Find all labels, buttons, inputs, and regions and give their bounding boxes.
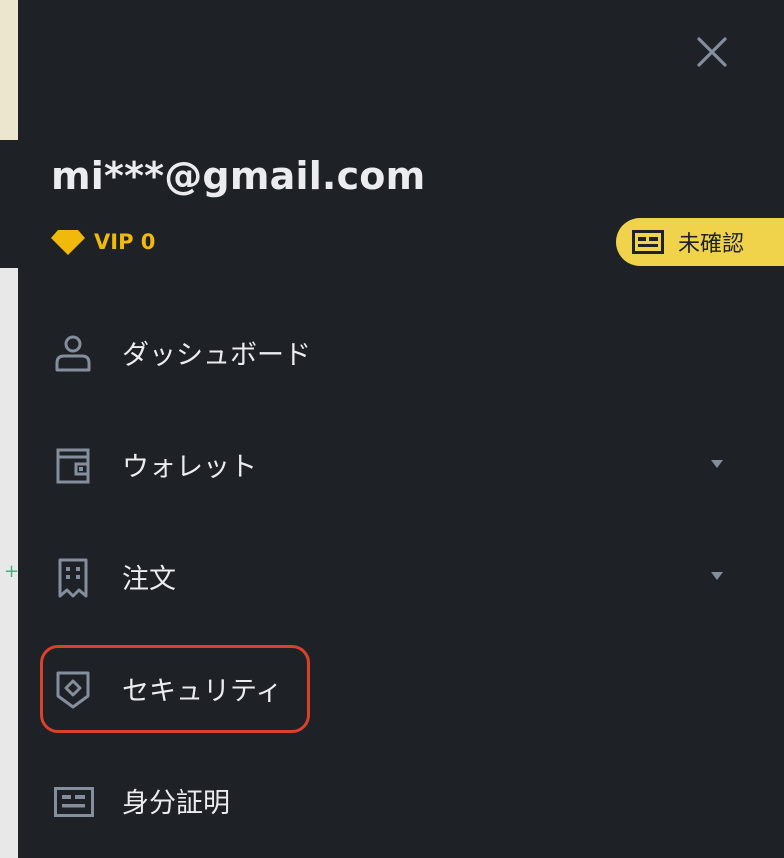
account-email: mi***@gmail.com (51, 154, 426, 198)
verification-status-badge[interactable]: 未確認 (616, 218, 784, 266)
diamond-icon (51, 230, 85, 255)
menu-item-label: 注文 (122, 563, 176, 595)
close-button[interactable] (694, 34, 730, 70)
menu-item-label: 身分証明 (122, 787, 230, 819)
menu-item-dashboard[interactable]: ダッシュボード (18, 322, 784, 382)
user-icon (55, 335, 91, 372)
id-card-icon (632, 230, 664, 254)
menu-item-label: ダッシュボード (122, 339, 311, 371)
background-page-header (0, 140, 18, 268)
menu-item-identification[interactable]: 身分証明 (18, 770, 784, 830)
menu-item-wallet[interactable]: ウォレット (18, 434, 784, 494)
background-plus-icon: + (4, 561, 20, 582)
chevron-down-icon (711, 460, 723, 468)
menu-item-orders[interactable]: 注文 (18, 546, 784, 606)
wallet-icon (56, 448, 90, 484)
chevron-down-icon (711, 572, 723, 580)
vip-level-label: VIP 0 (94, 230, 156, 254)
verification-status-label: 未確認 (678, 232, 745, 257)
receipt-icon (58, 558, 88, 598)
background-page-top (0, 0, 18, 140)
close-icon (697, 37, 727, 67)
id-card-icon (54, 787, 94, 817)
security-highlight-outline (40, 645, 310, 733)
vip-level[interactable]: VIP 0 (50, 228, 155, 256)
account-drawer: mi***@gmail.com VIP 0 未確認 ダッシュボード ウォレット … (18, 0, 784, 858)
menu-item-label: ウォレット (122, 451, 257, 483)
